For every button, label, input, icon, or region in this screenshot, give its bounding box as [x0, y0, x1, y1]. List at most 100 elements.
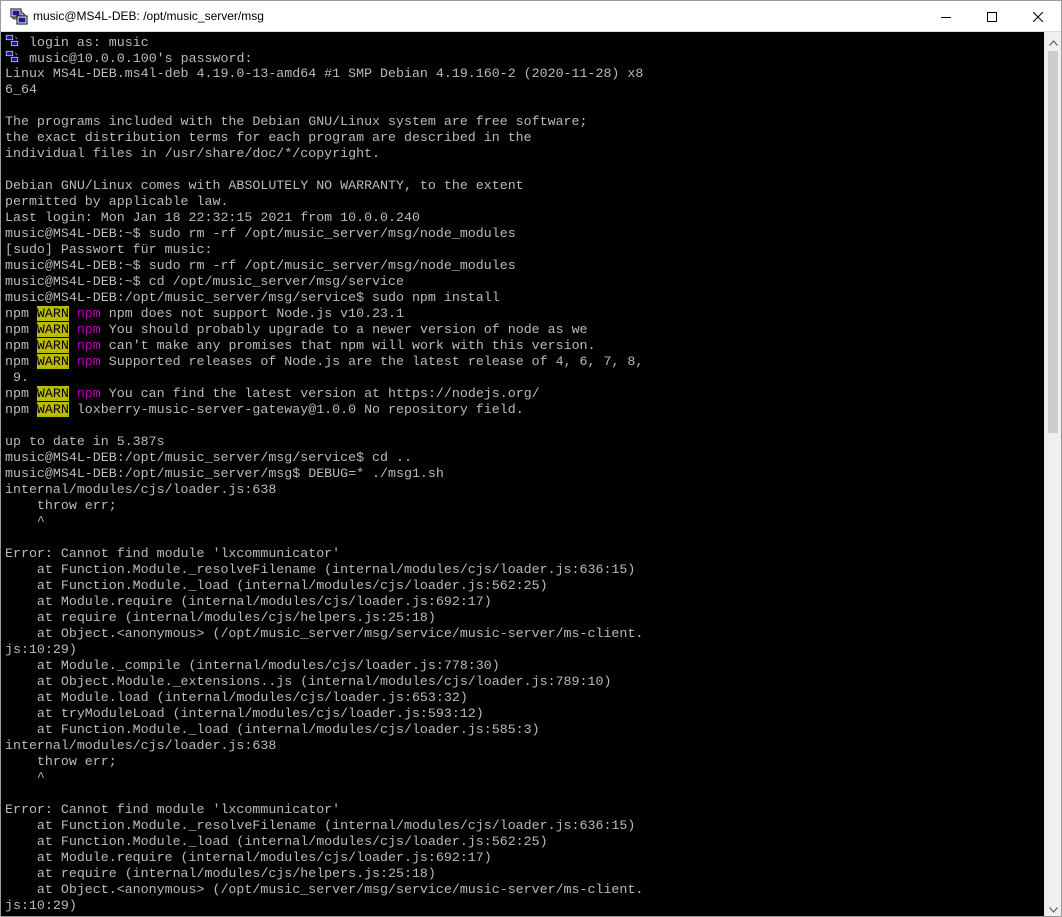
terminal-line: at Function.Module._load (internal/modul…: [5, 834, 643, 850]
terminal-window: music@MS4L-DEB: /opt/music_server/msg lo…: [0, 0, 1062, 917]
terminal-text: the exact distribution terms for each pr…: [5, 130, 532, 145]
terminal-text: at tryModuleLoad (internal/modules/cjs/l…: [5, 706, 484, 721]
terminal-text: can't make any promises that npm will wo…: [100, 338, 596, 353]
terminal-line: at Function.Module._load (internal/modul…: [5, 578, 643, 594]
terminal-line: 9.: [5, 370, 643, 386]
terminal-text: at Module.require (internal/modules/cjs/…: [5, 850, 492, 865]
npm-tag: npm: [76, 386, 101, 401]
terminal-line: throw err;: [5, 498, 643, 514]
terminal-text: throw err;: [5, 498, 117, 513]
terminal-text: Error: Cannot find module 'lxcommunicato…: [5, 802, 341, 817]
terminal-line: at Object.<anonymous> (/opt/music_server…: [5, 882, 643, 898]
terminal-text: npm: [5, 402, 37, 417]
terminal-line: npm WARN npm Supported releases of Node.…: [5, 354, 643, 370]
terminal-line: npm WARN npm npm does not support Node.j…: [5, 306, 643, 322]
key-icon: [5, 34, 20, 48]
terminal-text: npm: [5, 354, 37, 369]
terminal-text: music@MS4L-DEB:~$ sudo rm -rf /opt/music…: [5, 226, 516, 241]
terminal-text: at Object.<anonymous> (/opt/music_server…: [5, 626, 644, 641]
minimize-button[interactable]: [923, 1, 969, 32]
terminal-text: at Module.load (internal/modules/cjs/loa…: [5, 690, 468, 705]
terminal-line: at Function.Module._load (internal/modul…: [5, 722, 643, 738]
terminal-text: login as: music: [29, 35, 149, 50]
terminal-line: [sudo] Passwort für music:: [5, 242, 643, 258]
terminal-text: up to date in 5.387s: [5, 434, 165, 449]
terminal-text: Supported releases of Node.js are the la…: [100, 354, 644, 369]
npm-warn-badge: WARN: [36, 354, 69, 369]
terminal-line: music@MS4L-DEB:~$ sudo rm -rf /opt/music…: [5, 226, 643, 242]
scroll-down-button[interactable]: [1045, 899, 1061, 916]
terminal-line: at Function.Module._resolveFilename (int…: [5, 562, 643, 578]
chevron-up-icon: [1048, 31, 1058, 50]
terminal-line: The programs included with the Debian GN…: [5, 114, 643, 130]
npm-warn-badge: WARN: [36, 322, 69, 337]
scrollbar-thumb[interactable]: [1048, 51, 1058, 433]
terminal-text: js:10:29): [5, 898, 77, 913]
terminal-text: Error: Cannot find module 'lxcommunicato…: [5, 546, 341, 561]
title-bar[interactable]: music@MS4L-DEB: /opt/music_server/msg: [1, 1, 1061, 32]
terminal-line: Last login: Mon Jan 18 22:32:15 2021 fro…: [5, 210, 643, 226]
terminal-line: Debian GNU/Linux comes with ABSOLUTELY N…: [5, 178, 643, 194]
terminal-text: You should probably upgrade to a newer v…: [100, 322, 588, 337]
terminal-text: at Function.Module._load (internal/modul…: [5, 578, 548, 593]
terminal-line: music@MS4L-DEB:/opt/music_server/msg/ser…: [5, 450, 643, 466]
npm-tag: npm: [76, 338, 101, 353]
terminal-line: music@MS4L-DEB:/opt/music_server/msg/ser…: [5, 290, 643, 306]
close-icon: [1033, 11, 1043, 22]
terminal-line: permitted by applicable law.: [5, 194, 643, 210]
terminal-line: up to date in 5.387s: [5, 434, 643, 450]
terminal-line: at Function.Module._resolveFilename (int…: [5, 818, 643, 834]
terminal-text: music@10.0.0.100's password:: [29, 51, 253, 66]
terminal-line: individual files in /usr/share/doc/*/cop…: [5, 146, 643, 162]
terminal-text: Debian GNU/Linux comes with ABSOLUTELY N…: [5, 178, 524, 193]
terminal-line: login as: music: [5, 34, 643, 50]
terminal-text: at Function.Module._load (internal/modul…: [5, 722, 540, 737]
vertical-scrollbar[interactable]: [1044, 32, 1061, 916]
npm-warn-badge: WARN: [36, 338, 69, 353]
terminal-line: at Module._compile (internal/modules/cjs…: [5, 658, 643, 674]
terminal-text: internal/modules/cjs/loader.js:638: [5, 738, 277, 753]
terminal-line: npm WARN npm can't make any promises tha…: [5, 338, 643, 354]
close-button[interactable]: [1015, 1, 1061, 32]
key-icon: [5, 50, 20, 64]
terminal-line: music@MS4L-DEB:/opt/music_server/msg$ DE…: [5, 466, 643, 482]
npm-tag: npm: [76, 306, 101, 321]
terminal-line: Error: Cannot find module 'lxcommunicato…: [5, 802, 643, 818]
terminal-line: the exact distribution terms for each pr…: [5, 130, 643, 146]
terminal-text: npm: [5, 306, 37, 321]
terminal-text: music@MS4L-DEB:/opt/music_server/msg/ser…: [5, 290, 500, 305]
scroll-up-button[interactable]: [1045, 32, 1061, 49]
terminal-line: at require (internal/modules/cjs/helpers…: [5, 610, 643, 626]
terminal-text: npm: [5, 322, 37, 337]
terminal-line: internal/modules/cjs/loader.js:638: [5, 738, 643, 754]
chevron-down-icon: [1048, 898, 1058, 916]
terminal-line: ^: [5, 770, 643, 786]
terminal-text: Linux MS4L-DEB.ms4l-deb 4.19.0-13-amd64 …: [5, 66, 644, 81]
npm-warn-badge: WARN: [36, 306, 69, 321]
terminal-text: music@MS4L-DEB:/opt/music_server/msg$ DE…: [5, 466, 444, 481]
terminal-text: The programs included with the Debian GN…: [5, 114, 588, 129]
terminal-text: at require (internal/modules/cjs/helpers…: [5, 866, 436, 881]
terminal-line: at Module.require (internal/modules/cjs/…: [5, 594, 643, 610]
putty-icon[interactable]: [10, 8, 28, 26]
terminal-line: npm WARN npm You should probably upgrade…: [5, 322, 643, 338]
maximize-button[interactable]: [969, 1, 1015, 32]
window-title: music@MS4L-DEB: /opt/music_server/msg: [33, 9, 264, 23]
terminal-text: at Function.Module._resolveFilename (int…: [5, 562, 636, 577]
terminal-text: npm: [5, 386, 37, 401]
terminal-line: internal/modules/cjs/loader.js:638: [5, 482, 643, 498]
terminal-output[interactable]: login as: music music@10.0.0.100's passwo…: [1, 32, 1044, 916]
terminal-line: music@10.0.0.100's password:: [5, 50, 643, 66]
terminal-lines: login as: music music@10.0.0.100's passwo…: [5, 34, 643, 914]
terminal-text: at Module.require (internal/modules/cjs/…: [5, 594, 492, 609]
terminal-text: You can find the latest version at https…: [100, 386, 540, 401]
terminal-text: at Function.Module._load (internal/modul…: [5, 834, 548, 849]
terminal-line: js:10:29): [5, 642, 643, 658]
